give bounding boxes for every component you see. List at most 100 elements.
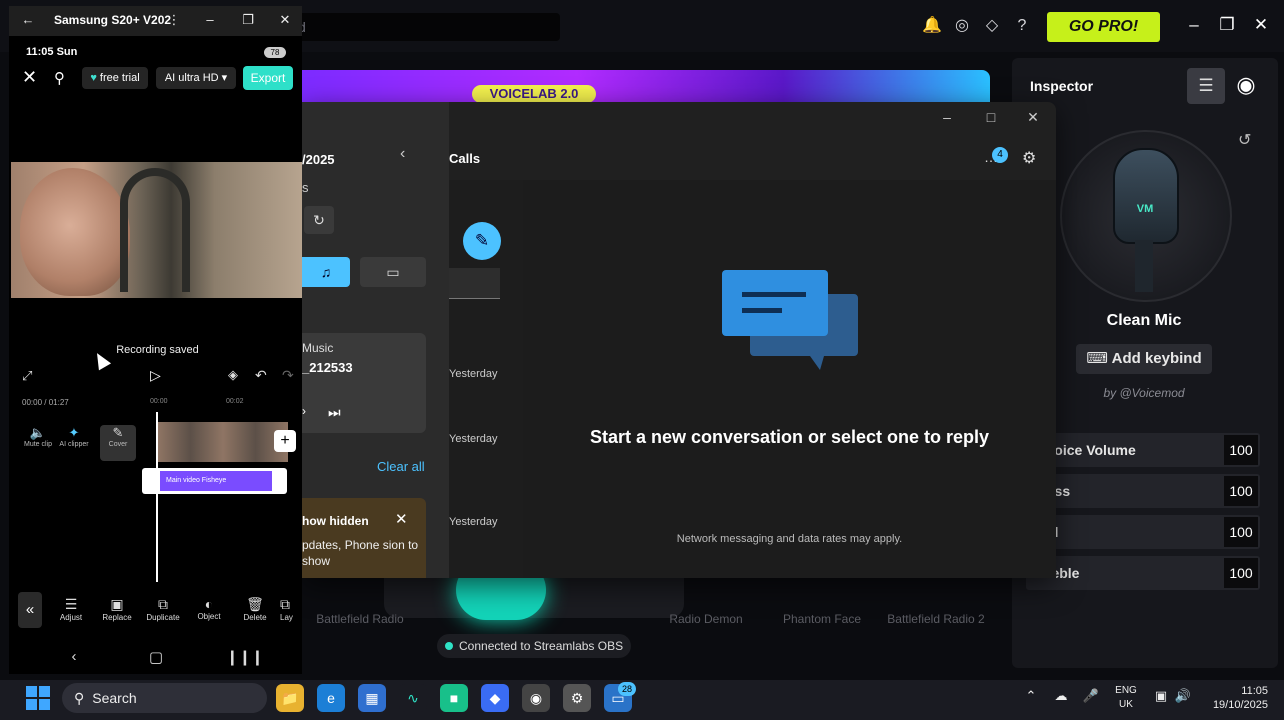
- close-editor-icon[interactable]: ✕: [22, 67, 37, 88]
- add-clip-button[interactable]: +: [274, 430, 296, 452]
- refresh-icon[interactable]: ↻: [304, 206, 334, 234]
- close-icon[interactable]: ✕: [1248, 12, 1274, 38]
- taskbar-search[interactable]: ⚲ Search: [62, 683, 267, 713]
- replace-tool[interactable]: ▣ Replace: [97, 596, 137, 622]
- monitor-icon[interactable]: ▣: [1150, 688, 1172, 704]
- slider-bass[interactable]: uss 100: [1026, 474, 1260, 508]
- cover-button[interactable]: ✎ Cover: [100, 425, 136, 461]
- windows-start-icon[interactable]: [26, 686, 50, 710]
- slider-value[interactable]: 100: [1224, 435, 1258, 465]
- help-icon[interactable]: ?: [1010, 14, 1034, 38]
- voice-card-radio-demon[interactable]: Radio Demon: [646, 612, 766, 626]
- minimize-icon[interactable]: –: [1181, 12, 1207, 38]
- layer-tool[interactable]: ⧉ Lay: [280, 596, 302, 622]
- voicemod-icon[interactable]: ∿: [399, 684, 427, 712]
- restore-icon[interactable]: ❐: [1214, 12, 1240, 38]
- ai-clipper-button[interactable]: ✦ AI clipper: [56, 425, 92, 461]
- slider-value[interactable]: 100: [1224, 517, 1258, 547]
- music-tab[interactable]: ♫: [302, 257, 350, 287]
- add-keybind-button[interactable]: ⌨ Add keybind: [1076, 344, 1212, 374]
- chevron-up-icon[interactable]: ⌃: [1020, 688, 1042, 704]
- record-icon[interactable]: ◉: [1233, 72, 1259, 98]
- compose-icon[interactable]: ✎: [463, 222, 501, 260]
- back-arrow-icon[interactable]: ←: [18, 11, 38, 29]
- android-recents-icon[interactable]: ❙❙❙: [226, 648, 264, 666]
- fullscreen-icon[interactable]: ⤢: [22, 368, 32, 384]
- keyframe-icon[interactable]: ◈: [228, 367, 238, 383]
- voice-card-battlefield-radio[interactable]: Battlefield Radio: [300, 612, 420, 626]
- slider-mid[interactable]: id100: [1026, 515, 1260, 549]
- voice-card-battlefield-radio-2[interactable]: Battlefield Radio 2: [876, 612, 996, 626]
- mute-clip-button[interactable]: 🔈 Mute clip: [20, 425, 56, 461]
- effect-clip[interactable]: Main video Fisheye: [160, 471, 272, 491]
- go-pro-button[interactable]: GO PRO!: [1047, 12, 1160, 42]
- duplicate-icon: ⧉: [158, 596, 168, 612]
- free-trial-button[interactable]: ♥ free trial: [82, 67, 148, 89]
- reset-icon[interactable]: ↺: [1238, 130, 1258, 150]
- bell-icon[interactable]: 🔔: [920, 14, 944, 38]
- empty-state-title: Start a new conversation or select one t…: [589, 427, 990, 447]
- sliders-icon[interactable]: ☰: [1187, 68, 1225, 104]
- slider-value[interactable]: 100: [1224, 476, 1258, 506]
- duplicate-tool[interactable]: ⧉ Duplicate: [143, 596, 183, 622]
- language-indicator[interactable]: ENG UK: [1112, 684, 1140, 712]
- phone-screen-tab[interactable]: ▭: [360, 257, 426, 287]
- conversation-search-input[interactable]: [449, 268, 500, 299]
- close-icon[interactable]: ✕: [395, 510, 408, 528]
- taskbar-clock[interactable]: 11:05 19/10/2025: [1196, 684, 1268, 712]
- more-vertical-icon[interactable]: ⋮: [164, 11, 184, 29]
- voicemod-search-input[interactable]: d: [290, 13, 560, 41]
- chevron-left-icon[interactable]: ‹: [400, 145, 405, 163]
- microphone-tray-icon[interactable]: 🎤: [1080, 688, 1102, 704]
- skip-next-icon[interactable]: ⏭: [328, 404, 341, 421]
- cloud-icon[interactable]: ☁: [1050, 688, 1072, 704]
- music-track-title: _212533: [302, 360, 353, 375]
- minimize-icon[interactable]: –: [936, 106, 958, 128]
- search-icon[interactable]: ⚲: [54, 69, 65, 87]
- notification-body: pdates, Phone sion to show: [302, 538, 419, 568]
- minimize-icon[interactable]: –: [200, 11, 220, 29]
- tab-calls[interactable]: Calls: [449, 151, 480, 166]
- game-icon[interactable]: ■: [440, 684, 468, 712]
- delete-tool[interactable]: 🗑 Delete: [235, 596, 275, 622]
- discord-icon[interactable]: ◎: [950, 14, 974, 38]
- voice-card-phantom-face[interactable]: Phantom Face: [762, 612, 882, 626]
- android-home-icon[interactable]: ▢: [144, 648, 168, 666]
- slider-value[interactable]: 100: [1224, 558, 1258, 588]
- diamond-icon: ♥: [90, 72, 100, 84]
- file-explorer-icon[interactable]: 📁: [276, 684, 304, 712]
- roblox-icon[interactable]: ◆: [481, 684, 509, 712]
- globe-icon[interactable]: ◉: [522, 684, 550, 712]
- conversation-timestamp[interactable]: Yesterday: [449, 368, 498, 380]
- video-clip-track[interactable]: [158, 422, 288, 462]
- slider-treble[interactable]: reble 100: [1026, 556, 1260, 590]
- store-icon[interactable]: ▦: [358, 684, 386, 712]
- redo-icon[interactable]: ↷: [282, 367, 294, 384]
- quality-dropdown[interactable]: AI ultra HD ▾: [156, 67, 236, 89]
- network-disclaimer: Network messaging and data rates may app…: [676, 533, 903, 545]
- conversation-timestamp[interactable]: Yesterday: [449, 433, 498, 445]
- slider-voice-volume[interactable]: Voice Volume 100: [1026, 433, 1260, 467]
- play-icon[interactable]: ›: [302, 404, 306, 418]
- adjust-tool[interactable]: ☰ Adjust: [51, 596, 91, 622]
- conversation-timestamp[interactable]: Yesterday: [449, 516, 498, 528]
- collapse-toolbar-icon[interactable]: «: [18, 592, 42, 628]
- export-button[interactable]: Export: [243, 66, 293, 90]
- gear-icon[interactable]: ⚙: [1022, 148, 1036, 168]
- object-tool[interactable]: ◐ Object: [189, 596, 229, 621]
- restore-icon[interactable]: ❐: [238, 11, 258, 29]
- close-icon[interactable]: ✕: [275, 11, 295, 29]
- maximize-icon[interactable]: □: [980, 106, 1002, 128]
- tag-icon[interactable]: ◇: [980, 14, 1004, 38]
- playhead[interactable]: [156, 412, 158, 582]
- speaker-icon[interactable]: 🔊: [1172, 688, 1194, 704]
- edge-icon[interactable]: e: [317, 684, 345, 712]
- chevron-down-icon: ▾: [218, 72, 228, 84]
- settings-icon[interactable]: ⚙: [563, 684, 591, 712]
- android-back-icon[interactable]: ‹: [62, 648, 86, 665]
- close-icon[interactable]: ✕: [1022, 106, 1044, 128]
- undo-icon[interactable]: ↶: [255, 367, 267, 384]
- clear-all-link[interactable]: Clear all: [377, 459, 425, 474]
- play-icon[interactable]: ▷: [150, 367, 161, 384]
- conversation-pane: [523, 180, 1056, 578]
